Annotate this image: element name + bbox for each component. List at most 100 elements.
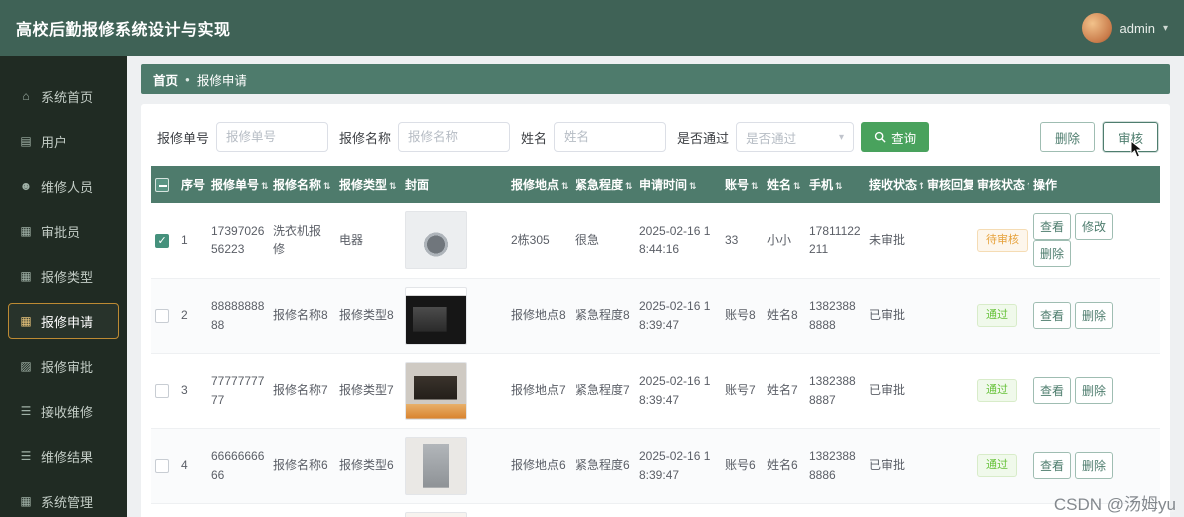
sort-icon[interactable]: ⇅ [261, 181, 269, 191]
sort-icon[interactable]: ⇅ [625, 181, 633, 191]
breadcrumb-dot-icon: ● [185, 74, 190, 84]
cell-urgency: 紧急程度7 [571, 353, 635, 429]
column-header[interactable]: 账号 ⇅ [721, 166, 763, 203]
column-header[interactable]: 报修地点 ⇅ [507, 166, 571, 203]
column-header[interactable]: 手机 ⇅ [805, 166, 865, 203]
name-label: 姓名 [521, 130, 548, 146]
avatar[interactable] [1081, 13, 1112, 43]
status-badge: 通过 [977, 453, 1017, 478]
edit-button[interactable]: 修改 [1075, 213, 1114, 241]
column-header[interactable]: 封面 [401, 166, 507, 203]
cell-account: 账号6 [721, 428, 763, 504]
approvers-icon: ▦ [20, 224, 32, 238]
sort-icon[interactable]: ⇅ [835, 181, 843, 191]
column-header[interactable]: 报修名称 ⇅ [269, 166, 335, 203]
column-header[interactable]: 接收状态 ⇅ [865, 166, 923, 203]
column-header[interactable]: 操作 [1029, 166, 1160, 203]
sidebar-item-repair-staff[interactable]: ☻ 维修人员 [8, 168, 119, 204]
row-checkbox[interactable] [155, 384, 169, 399]
column-header[interactable]: 紧急程度 ⇅ [571, 166, 635, 203]
cell-location: 报修地点5 [507, 503, 571, 517]
repair-name-label: 报修名称 [339, 130, 392, 146]
cell-index: 1 [177, 203, 207, 279]
cell-repair-type: 报修类型6 [335, 428, 401, 504]
name-input[interactable] [554, 122, 667, 152]
row-actions: 查看删除 [1029, 278, 1160, 354]
cell-urgency: 很急 [571, 203, 635, 279]
delete-selected-button[interactable]: 删除 [1039, 122, 1095, 152]
cell-account: 账号8 [721, 278, 763, 354]
sort-icon[interactable]: ⇅ [323, 181, 331, 191]
column-header[interactable]: 姓名 ⇅ [763, 166, 805, 203]
delete-button[interactable]: 删除 [1075, 377, 1114, 404]
repair-approval-icon: ▨ [20, 359, 32, 373]
view-button[interactable]: 查看 [1033, 377, 1072, 404]
column-header[interactable]: 报修单号 ⇅ [207, 166, 269, 203]
view-button[interactable]: 查看 [1033, 452, 1072, 479]
delete-button[interactable]: 删除 [1075, 452, 1114, 479]
sidebar-item-repair-results[interactable]: ☰ 维修结果 [8, 438, 119, 474]
sidebar-item-repair-approval[interactable]: ▨ 报修审批 [8, 348, 119, 384]
sidebar-item-home[interactable]: ⌂ 系统首页 [8, 78, 119, 114]
sidebar-item-receive-repair[interactable]: ☰ 接收维修 [8, 393, 119, 429]
sort-icon[interactable]: ⇅ [1027, 181, 1029, 191]
cover-image [405, 436, 467, 495]
sort-icon[interactable]: ⇅ [689, 181, 697, 191]
cell-name: 姓名7 [763, 353, 805, 429]
repair-no-input[interactable] [216, 122, 329, 152]
cell-index: 4 [177, 428, 207, 504]
column-header[interactable]: 报修类型 ⇅ [335, 166, 401, 203]
cell-receive-status: 已审批 [865, 428, 923, 504]
row-checkbox[interactable] [155, 459, 169, 474]
search-icon [874, 131, 886, 143]
sort-icon[interactable]: ⇅ [793, 181, 801, 191]
select-all-checkbox[interactable] [155, 177, 169, 192]
column-header[interactable]: 申请时间 ⇅ [635, 166, 721, 203]
pass-select[interactable]: 是否通过 ▾ [736, 122, 855, 152]
sort-icon[interactable]: ⇅ [919, 181, 923, 191]
delete-button[interactable]: 删除 [1075, 302, 1114, 329]
sidebar-item-users[interactable]: ▤ 用户 [8, 123, 119, 159]
sidebar-item-approvers[interactable]: ▦ 审批员 [8, 213, 119, 249]
cell-location: 报修地点7 [507, 353, 571, 429]
main-content: 首页 ● 报修申请 报修单号 报修名称 姓名 是否通过 是否通过 ▾ [127, 56, 1184, 517]
sort-icon[interactable]: ⇅ [561, 181, 569, 191]
cell-phone: 13823888888 [805, 278, 865, 354]
cell-repair-no: 6666666666 [207, 428, 269, 504]
bulk-actions: 删除 审核 [1039, 122, 1158, 158]
user-menu[interactable]: admin ▾ [1081, 13, 1168, 43]
table-row: 2 8888888888 报修名称8 报修类型8 报修地点8 紧急程度8 202… [151, 278, 1160, 354]
breadcrumb: 首页 ● 报修申请 [141, 64, 1170, 94]
breadcrumb-home[interactable]: 首页 [153, 70, 178, 89]
sidebar-item-repair-types[interactable]: ▦ 报修类型 [8, 258, 119, 294]
system-management-icon: ▦ [20, 494, 32, 508]
pass-label: 是否通过 [677, 130, 730, 146]
sort-icon[interactable]: ⇅ [751, 181, 759, 191]
row-checkbox[interactable] [155, 309, 169, 324]
cell-phone: 13823888885 [805, 503, 865, 517]
sidebar-item-system-management[interactable]: ▦ 系统管理 [8, 483, 119, 517]
cell-repair-name: 洗衣机报修 [269, 203, 335, 279]
cell-name: 姓名5 [763, 503, 805, 517]
delete-button[interactable]: 删除 [1033, 240, 1072, 268]
sort-icon[interactable]: ⇅ [389, 181, 397, 191]
search-button[interactable]: 查询 [861, 122, 930, 152]
cell-name: 姓名6 [763, 428, 805, 504]
column-header[interactable]: 序号⇅ [177, 166, 207, 203]
audit-button[interactable]: 审核 [1102, 122, 1158, 152]
view-button[interactable]: 查看 [1033, 213, 1072, 241]
sidebar-item-repair-requests[interactable]: ▦ 报修申请 [8, 303, 119, 339]
repair-requests-table: 序号⇅ 报修单号⇅ 报修名称⇅ 报修类型⇅ 封面 报修地点⇅ 紧急程度⇅ 申请时… [151, 166, 1160, 517]
table-body: 1 1739702656223 洗衣机报修 电器 2栋305 很急 2025-0… [151, 203, 1160, 517]
table-row: 1 1739702656223 洗衣机报修 电器 2栋305 很急 2025-0… [151, 203, 1160, 279]
column-header[interactable]: 审核回复⇅ [923, 166, 973, 203]
home-icon: ⌂ [22, 89, 30, 103]
column-header[interactable]: 审核状态⇅ [973, 166, 1029, 203]
cell-name: 小小 [763, 203, 805, 279]
row-checkbox[interactable] [155, 233, 169, 250]
cell-repair-no: 8888888888 [207, 278, 269, 354]
status-badge: 待审核 [977, 228, 1028, 252]
view-button[interactable]: 查看 [1033, 302, 1072, 329]
cell-audit-reply [923, 278, 973, 354]
repair-name-input[interactable] [398, 122, 511, 152]
